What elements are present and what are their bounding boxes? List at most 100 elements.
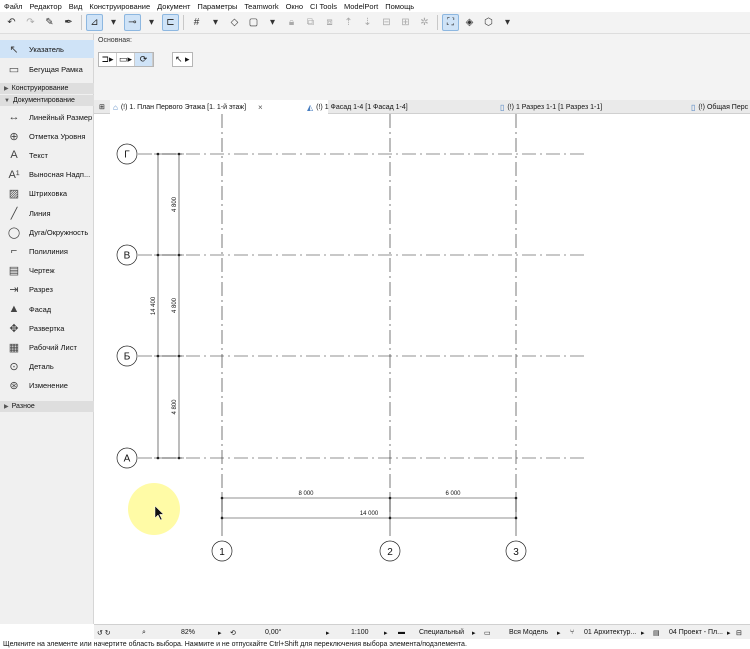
distribute-icon[interactable]: ⊞ (397, 14, 414, 31)
dropdown-arrow-icon[interactable]: ▸ (326, 625, 330, 640)
category-construction[interactable]: ▶ Конструирование (0, 83, 94, 94)
line-icon: ╱ (10, 207, 18, 220)
tool-section[interactable]: ⇥ Разрез (0, 281, 94, 299)
guide-lines-icon[interactable]: ⊿ (86, 14, 103, 31)
tool-drawing[interactable]: ▤ Чертеж (0, 262, 94, 280)
tool-linear-dimension[interactable]: ↔ Линейный Размер (0, 108, 94, 126)
tool-level-dimension[interactable]: ⊕ Отметка Уровня (0, 127, 94, 145)
tool-fill[interactable]: ▨ Штриховка (0, 185, 94, 203)
dimension-style-value[interactable]: 04 Проект - Пл... (669, 625, 723, 640)
dimension-node (156, 456, 160, 460)
tool-polyline[interactable]: ⌐ Полилиния (0, 242, 94, 260)
tab-floor-plan[interactable]: ⌂ (!) 1. План Первого Этажа [1. 1-й этаж… (110, 100, 328, 114)
dimension-value: 4 800 (172, 399, 178, 415)
tool-line[interactable]: ╱ Линия (0, 204, 94, 222)
dropdown-arrow-icon[interactable]: ▸ (557, 625, 561, 640)
tool-detail[interactable]: ⊙ Деталь (0, 358, 94, 376)
layer-icon[interactable]: ◇ (226, 14, 243, 31)
scale-value[interactable]: 1:100 (351, 625, 369, 640)
group-icon[interactable]: ⧉ (302, 14, 319, 31)
menu-file[interactable]: Файл (4, 2, 22, 11)
send-backward-icon[interactable]: ⇣ (359, 14, 376, 31)
geometry-method-selector[interactable]: ⊐▸ ▭▸ ⟳ (98, 52, 155, 67)
dropdown-arrow-icon[interactable]: ▸ (472, 625, 476, 640)
menu-window[interactable]: Окно (286, 2, 303, 11)
category-misc[interactable]: ▶ Разное (0, 401, 94, 412)
angle-value[interactable]: 0,00° (265, 625, 281, 640)
cursor-highlight (128, 483, 180, 535)
dimension-node (514, 496, 518, 500)
snap-guides-icon[interactable]: ⊸ (124, 14, 141, 31)
tool-text[interactable]: A Текст (0, 146, 94, 164)
dropdown-arrow-icon[interactable]: ▸ (727, 625, 731, 640)
gravity-icon[interactable]: ⊏ (162, 14, 179, 31)
floor-plan-canvas[interactable]: Г В Б А 1 2 3 4 800 4 800 4 800 14 400 8 000 6 000 14… (94, 114, 750, 624)
tab-elevation[interactable]: ◭ (!) 1 Фасад 1-4 [1 Фасад 1-4] (304, 100, 494, 114)
dropdown-arrow-icon[interactable]: ▾ (499, 14, 516, 31)
tab-perspective[interactable]: ▯ (!) Общая Перс (688, 100, 750, 114)
marquee-method-icon[interactable]: ▭▸ (117, 53, 136, 66)
undo-zoom-icon[interactable]: ↺ ↻ (97, 625, 111, 640)
pointer-options[interactable]: ↖ ▸ (172, 52, 193, 67)
tool-arc-circle[interactable]: ◯ Дуга/Окружность (0, 223, 94, 241)
menu-modelport[interactable]: ModelPort (344, 2, 378, 11)
layer-combo-value[interactable]: 01 Архитектур... (584, 625, 636, 640)
menu-edit[interactable]: Редактор (29, 2, 61, 11)
dimension-style-icon: ▤ (653, 629, 660, 637)
tab-section[interactable]: ▯ (!) 1 Разрез 1-1 [1 Разрез 1-1] (497, 100, 687, 114)
tool-marquee[interactable]: ▭ Бегущая Рамка (0, 60, 94, 78)
tool-label[interactable]: A¹ Выносная Надп... (0, 166, 94, 184)
rotated-marquee-icon[interactable]: ⟳ (135, 53, 154, 66)
tool-pointer[interactable]: ↖ Указатель (0, 40, 94, 58)
lock-icon[interactable]: 🔒︎ (283, 14, 300, 31)
zoom-icon[interactable]: ⌕ (142, 625, 146, 640)
menu-help[interactable]: Помощь (385, 2, 414, 11)
tool-interior-elevation[interactable]: ✥ Развертка (0, 319, 94, 337)
model-view-value[interactable]: Вся Модель (509, 625, 548, 640)
tool-label: Выносная Надп... (29, 170, 91, 180)
dropdown-arrow-icon[interactable]: ▸ (641, 625, 645, 640)
pen-set-value[interactable]: Специальный (419, 625, 464, 640)
dropdown-arrow-icon[interactable]: ▾ (143, 14, 160, 31)
3d-view-icon[interactable]: ◈ (461, 14, 478, 31)
menu-teamwork[interactable]: Teamwork (244, 2, 278, 11)
pointer-arrow-icon[interactable]: ↖ ▸ (173, 53, 192, 66)
syringe-icon[interactable]: ✒ (60, 14, 77, 31)
fit-in-window-icon[interactable]: ⛶ (442, 14, 459, 31)
rotate-view-icon[interactable]: ⟲ (230, 625, 236, 640)
grid-snap-icon[interactable]: # (188, 14, 205, 31)
tool-worksheet[interactable]: ▦ Рабочий Лист (0, 338, 94, 356)
menu-design[interactable]: Конструирование (89, 2, 150, 11)
dimension-node (177, 354, 181, 358)
eyedropper-icon[interactable]: ✎ (41, 14, 58, 31)
dropdown-arrow-icon[interactable]: ▸ (218, 625, 222, 640)
bring-forward-icon[interactable]: ⇡ (340, 14, 357, 31)
zoom-value[interactable]: 82% (181, 625, 195, 640)
redo-icon[interactable]: ↷ (22, 14, 39, 31)
dropdown-arrow-icon[interactable]: ▸ (384, 625, 388, 640)
renovation-filter-icon[interactable]: ⊟ (736, 625, 742, 640)
menu-document[interactable]: Документ (157, 2, 190, 11)
tool-label: Дуга/Окружность (29, 227, 89, 237)
menu-ci-tools[interactable]: CI Tools (310, 2, 337, 11)
align-icon[interactable]: ⊟ (378, 14, 395, 31)
collapsed-arrow-icon: ▶ (4, 86, 9, 92)
tab-list-icon[interactable]: ⊞ (96, 100, 105, 114)
elevation-view-icon: ◭ (307, 102, 314, 112)
close-icon[interactable]: × (258, 103, 263, 112)
suspend-groups-icon[interactable]: ⧈ (321, 14, 338, 31)
tool-change[interactable]: ⊛ Изменение (0, 377, 94, 395)
element-info-icon[interactable]: ▢ (245, 14, 262, 31)
explode-icon[interactable]: ✲ (416, 14, 433, 31)
3d-navigation-icon[interactable]: ⬡ (480, 14, 497, 31)
menu-view[interactable]: Вид (69, 2, 83, 11)
dropdown-arrow-icon[interactable]: ▾ (105, 14, 122, 31)
status-bar: Щелкните на элементе или начертите облас… (0, 639, 750, 649)
dropdown-arrow-icon[interactable]: ▾ (207, 14, 224, 31)
undo-icon[interactable]: ↶ (3, 14, 20, 31)
dropdown-arrow-icon[interactable]: ▾ (264, 14, 281, 31)
category-documentation[interactable]: ▼ Документирование (0, 95, 94, 106)
menu-options[interactable]: Параметры (197, 2, 237, 11)
tool-elevation[interactable]: ▲ Фасад (0, 300, 94, 318)
selection-method-icon[interactable]: ⊐▸ (99, 53, 117, 66)
